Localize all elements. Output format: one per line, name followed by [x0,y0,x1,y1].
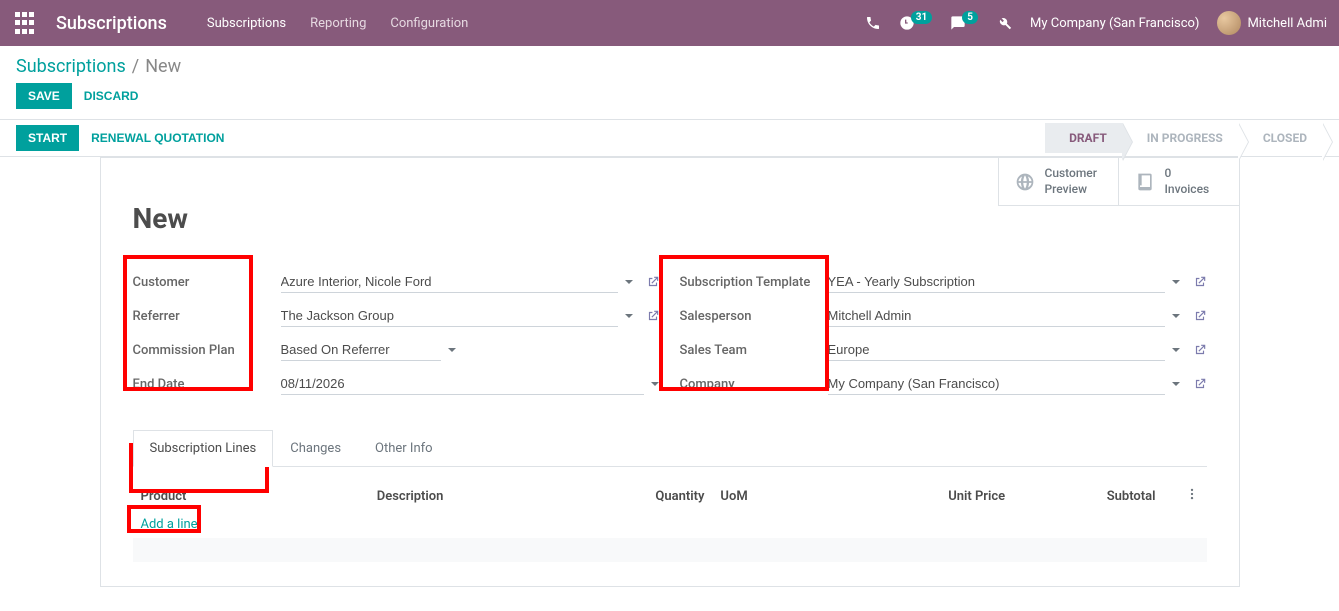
tabs: Subscription Lines Changes Other Info [133,429,1207,467]
breadcrumb: Subscriptions / New [0,46,1339,83]
enddate-field[interactable] [281,373,644,395]
salesteam-field[interactable] [828,339,1165,361]
breadcrumb-root[interactable]: Subscriptions [16,56,126,77]
enddate-label: End Date [133,377,281,392]
nav-link-reporting[interactable]: Reporting [310,16,366,31]
breadcrumb-sep: / [132,56,139,77]
lines-table: Product Description Quantity UoM Unit Pr… [133,481,1207,562]
invoices-button[interactable]: 0Invoices [1119,158,1239,205]
phone-icon[interactable] [865,15,881,31]
app-brand[interactable]: Subscriptions [56,13,167,34]
salesperson-label: Salesperson [680,309,828,324]
form-sheet: CustomerPreview 0Invoices New Customer [100,157,1240,587]
template-label: Subscription Template [680,275,828,290]
external-link-icon[interactable] [646,309,660,323]
top-nav: Subscriptions Subscriptions Reporting Co… [0,0,1339,46]
stat-inv-l2: Invoices [1165,182,1210,198]
external-link-icon[interactable] [1193,343,1207,357]
user-name: Mitchell Admi [1247,16,1327,31]
salesperson-field[interactable] [828,305,1165,327]
form-grid: Customer Referrer [133,269,1207,405]
user-menu[interactable]: Mitchell Admi [1217,11,1327,35]
activity-button[interactable]: 31 [899,15,932,31]
kebab-icon [1185,487,1199,501]
globe-icon [1015,172,1035,192]
messages-badge: 5 [962,11,978,24]
col-price: Unit Price [863,481,1013,511]
record-title: New [133,202,1207,235]
col-uom: UoM [712,481,862,511]
status-bar: START RENEWAL QUOTATION DRAFT IN PROGRES… [0,119,1339,157]
external-link-icon[interactable] [1193,377,1207,391]
customer-preview-button[interactable]: CustomerPreview [999,158,1119,205]
chevron-down-icon[interactable] [1171,277,1181,287]
stat-inv-l1: 0 [1165,166,1210,182]
activity-badge: 31 [911,11,932,24]
add-line-button[interactable]: Add a line [141,517,198,532]
tab-other[interactable]: Other Info [358,430,450,467]
step-closed[interactable]: CLOSED [1239,123,1323,153]
external-link-icon[interactable] [1193,309,1207,323]
referrer-label: Referrer [133,309,281,324]
stat-buttons: CustomerPreview 0Invoices [998,158,1239,206]
customer-label: Customer [133,275,281,290]
customer-field[interactable] [281,271,618,293]
col-subtotal: Subtotal [1013,481,1163,511]
stat-preview-l1: Customer [1045,166,1097,182]
company-label: Company [680,377,828,392]
nav-link-subscriptions[interactable]: Subscriptions [207,16,286,31]
chevron-down-icon[interactable] [447,345,457,355]
save-button[interactable]: SAVE [16,83,72,109]
tools-icon[interactable] [996,15,1012,31]
discard-button[interactable]: DISCARD [80,83,143,109]
nav-link-configuration[interactable]: Configuration [390,16,468,31]
tab-changes[interactable]: Changes [273,430,358,467]
col-quantity: Quantity [627,481,713,511]
breadcrumb-current: New [145,56,181,77]
start-button[interactable]: START [16,125,79,151]
nav-icons: 31 5 My Company (San Francisco) Mitchell… [865,11,1327,35]
book-icon [1135,172,1155,192]
chevron-down-icon[interactable] [1171,379,1181,389]
col-description: Description [369,481,627,511]
template-field[interactable] [828,271,1165,293]
commission-field[interactable] [281,339,441,361]
step-draft[interactable]: DRAFT [1045,123,1123,153]
status-steps: DRAFT IN PROGRESS CLOSED [1045,123,1323,153]
chevron-down-icon[interactable] [1171,311,1181,321]
external-link-icon[interactable] [646,275,660,289]
chevron-down-icon[interactable] [624,277,634,287]
avatar [1217,11,1241,35]
messages-button[interactable]: 5 [950,15,978,31]
company-field[interactable] [828,373,1165,395]
chevron-down-icon[interactable] [650,379,660,389]
col-menu[interactable] [1164,481,1207,511]
apps-menu-button[interactable] [12,11,36,35]
company-switcher[interactable]: My Company (San Francisco) [1030,16,1199,31]
nav-links: Subscriptions Reporting Configuration [207,16,469,31]
commission-label: Commission Plan [133,343,281,358]
external-link-icon[interactable] [1193,275,1207,289]
salesteam-label: Sales Team [680,343,828,358]
col-product: Product [133,481,369,511]
renewal-button[interactable]: RENEWAL QUOTATION [87,125,228,151]
chevron-down-icon[interactable] [1171,345,1181,355]
tab-lines[interactable]: Subscription Lines [133,430,274,467]
stat-preview-l2: Preview [1045,182,1097,198]
referrer-field[interactable] [281,305,618,327]
step-progress[interactable]: IN PROGRESS [1123,123,1239,153]
form-buttons: SAVE DISCARD [0,83,1339,119]
chevron-down-icon[interactable] [624,311,634,321]
